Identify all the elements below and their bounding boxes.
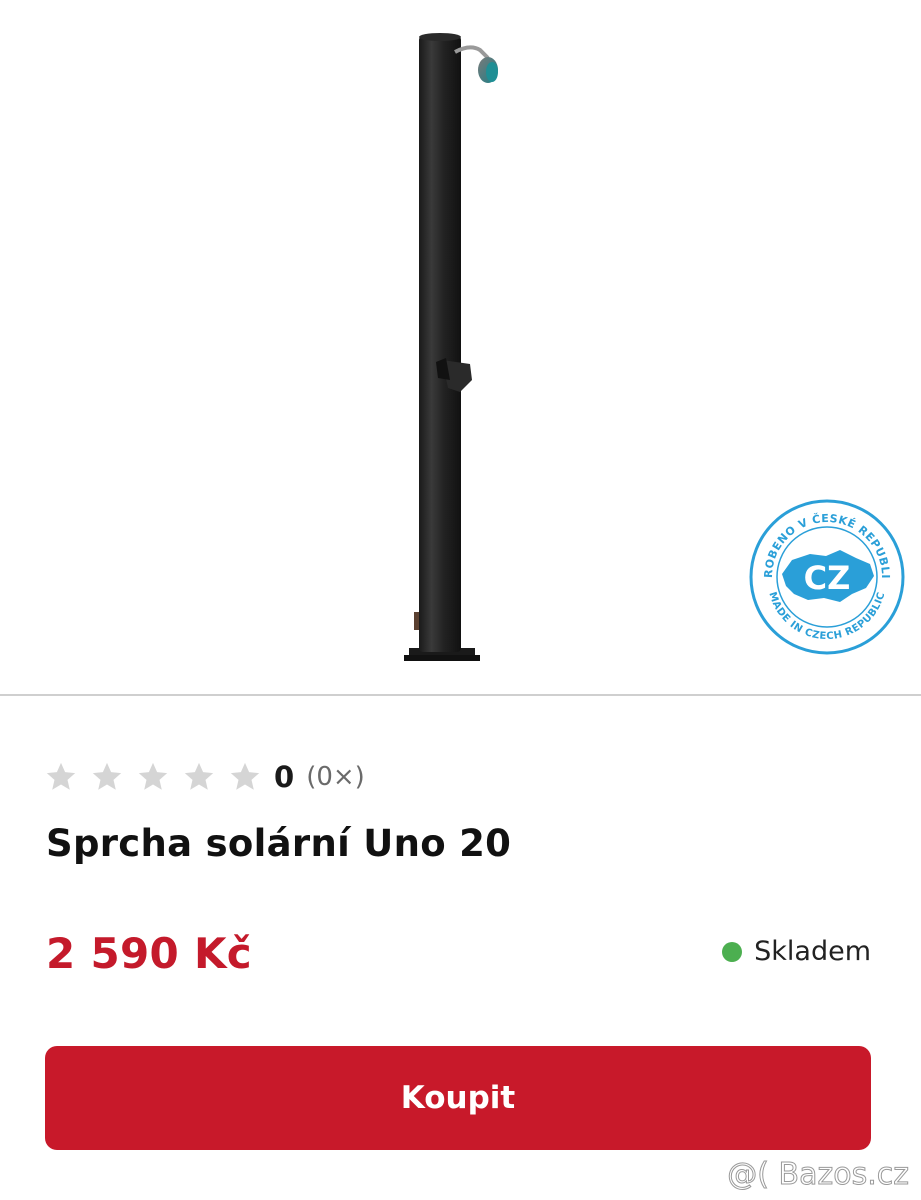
star-icon[interactable] [44,760,78,794]
product-title: Sprcha solární Uno 20 [46,822,512,865]
stock-status: Skladem [722,936,871,967]
star-icon[interactable] [228,760,262,794]
product-image-area[interactable]: VYROBENO V ČESKÉ REPUBLICE MADE IN CZECH… [0,0,921,695]
rating-count: (0×) [306,762,365,792]
badge-cz-text: CZ [804,559,851,597]
star-icon[interactable] [182,760,216,794]
product-rating[interactable]: 0 (0×) [44,755,365,799]
rating-value: 0 [274,760,295,794]
product-price: 2 590 Kč [46,929,252,978]
image-divider [0,694,921,696]
rating-stars[interactable] [44,760,274,794]
buy-button[interactable]: Koupit [45,1046,871,1150]
star-icon[interactable] [90,760,124,794]
made-in-czech-badge: VYROBENO V ČESKÉ REPUBLICE MADE IN CZECH… [748,498,905,655]
stock-status-label: Skladem [754,936,871,967]
watermark: @( Bazos.cz [727,1157,910,1193]
stock-status-dot [722,941,743,962]
star-icon[interactable] [136,760,170,794]
